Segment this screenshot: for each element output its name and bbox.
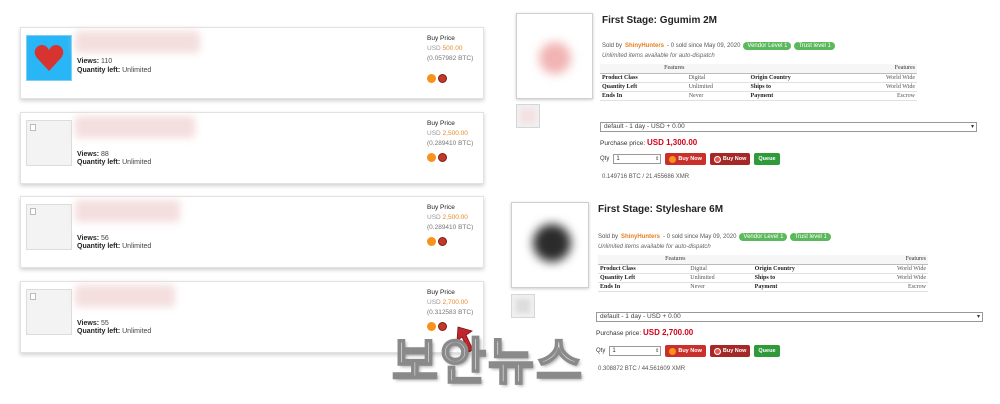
buy-price-label: Buy Price: [427, 35, 455, 42]
bitcoin-icon: [427, 74, 436, 83]
quantity-text: Quantity left: Unlimited: [77, 159, 152, 166]
vendor-level-badge: Vendor Level 1: [743, 42, 792, 50]
blurred-logo: [533, 224, 571, 262]
listing-thumbnail[interactable]: [26, 35, 72, 81]
product-thumbnail[interactable]: [516, 104, 540, 128]
blurred-logo: [539, 42, 571, 74]
listing-card[interactable]: Views: 56 Quantity left: Unlimited Buy P…: [20, 196, 484, 268]
buy-price-label: Buy Price: [427, 289, 455, 296]
spinner-icon[interactable]: ⇕: [655, 155, 659, 163]
usd-price: USD 2,700.00: [427, 299, 468, 306]
autodispatch-note: Unlimited items available for auto-dispa…: [598, 244, 711, 250]
btc-price: (0.289410 BTC): [427, 140, 474, 147]
buy-price-label: Buy Price: [427, 204, 455, 211]
btc-price: (0.057982 BTC): [427, 55, 474, 62]
monero-icon: [438, 153, 447, 162]
sold-by: Sold by ShinyHunters - 0 sold since May …: [598, 233, 831, 241]
queue-button[interactable]: Queue: [754, 345, 780, 357]
chevron-down-icon: ▾: [970, 124, 974, 130]
broken-image-icon: [30, 124, 36, 131]
blurred-title[interactable]: [75, 31, 200, 53]
buy-price: Buy Price USD 500.00 (0.057982 BTC): [427, 34, 473, 64]
blurred-title[interactable]: [75, 116, 195, 138]
listing-thumbnail[interactable]: [26, 204, 72, 250]
bitcoin-icon: [427, 237, 436, 246]
quantity-text: Quantity left: Unlimited: [77, 328, 152, 335]
monero-icon: [713, 347, 721, 355]
quantity-text: Quantity left: Unlimited: [77, 67, 152, 74]
product-thumbnail[interactable]: [511, 294, 535, 318]
blurred-title[interactable]: [75, 285, 175, 307]
vendor-level-badge: Vendor Level 1: [739, 233, 788, 241]
purchase-price: Purchase price: USD 2,700.00: [596, 328, 694, 337]
listing-thumbnail[interactable]: [26, 289, 72, 335]
heart-icon: [34, 45, 64, 71]
views-text: Views: 88: [77, 151, 109, 158]
listing-thumbnail[interactable]: [26, 120, 72, 166]
monero-icon: [438, 74, 447, 83]
views-text: Views: 56: [77, 235, 109, 242]
quantity-stepper[interactable]: 1 ⇕: [609, 346, 662, 356]
buy-price: Buy Price USD 2,500.00 (0.289410 BTC): [427, 203, 473, 233]
blurred-title[interactable]: [75, 200, 180, 222]
btc-price: (0.289410 BTC): [427, 224, 474, 231]
crypto-rate: 0.308872 BTC / 44.561609 XMR: [598, 366, 686, 372]
payment-icons: [427, 237, 447, 247]
usd-price: USD 500.00: [427, 45, 463, 52]
payment-icons: [427, 74, 447, 84]
spinner-icon[interactable]: ⇕: [655, 347, 659, 355]
buy-now-bitcoin-button[interactable]: Buy Now: [665, 345, 706, 357]
product-image[interactable]: [516, 13, 593, 99]
usd-price: USD 2,500.00: [427, 214, 468, 221]
buy-now-bitcoin-button[interactable]: Buy Now: [665, 153, 706, 165]
buy-now-monero-button[interactable]: Buy Now: [709, 153, 751, 165]
listing-card[interactable]: Views: 88 Quantity left: Unlimited Buy P…: [20, 112, 484, 184]
bitcoin-icon: [427, 153, 436, 162]
trust-level-badge: Trust level 1: [790, 233, 831, 241]
order-row: Qty 1 ⇕ Buy Now Buy Now Queue: [600, 153, 780, 165]
crypto-rate: 0.149716 BTC / 21.455686 XMR: [602, 174, 690, 180]
qty-label: Qty: [596, 348, 606, 354]
listing-card[interactable]: Views: 110 Quantity left: Unlimited Buy …: [20, 27, 484, 99]
shipping-option-select[interactable]: default - 1 day - USD + 0.00 ▾: [596, 312, 983, 322]
chevron-down-icon: ▾: [976, 314, 980, 320]
product-image[interactable]: [511, 202, 589, 288]
bitcoin-icon: [669, 347, 677, 355]
queue-button[interactable]: Queue: [754, 153, 780, 165]
broken-image-icon: [30, 293, 36, 300]
trust-level-badge: Trust level 1: [794, 42, 835, 50]
payment-icons: [427, 153, 447, 163]
buy-price: Buy Price USD 2,500.00 (0.289410 BTC): [427, 119, 473, 149]
bitcoin-icon: [669, 155, 677, 163]
usd-price: USD 2,500.00: [427, 130, 468, 137]
buy-price-label: Buy Price: [427, 120, 455, 127]
btc-price: (0.312583 BTC): [427, 309, 474, 316]
views-text: Views: 55: [77, 320, 109, 327]
order-row: Qty 1 ⇕ Buy Now Buy Now Queue: [596, 345, 780, 357]
monero-icon: [713, 155, 721, 163]
qty-label: Qty: [600, 156, 610, 162]
sold-by: Sold by ShinyHunters - 0 sold since May …: [602, 42, 835, 50]
watermark-logo: 보안뉴스: [391, 332, 584, 392]
vendor-link[interactable]: ShinyHunters: [625, 43, 664, 49]
monero-icon: [438, 237, 447, 246]
vendor-link[interactable]: ShinyHunters: [621, 234, 660, 240]
features-table: Features Features Product Class Digital Ori…: [598, 255, 928, 292]
views-text: Views: 110: [77, 58, 113, 65]
product-title: First Stage: Ggumim 2M: [602, 15, 718, 26]
shipping-option-select[interactable]: default - 1 day - USD + 0.00 ▾: [600, 122, 977, 132]
autodispatch-note: Unlimited items available for auto-dispa…: [602, 53, 715, 59]
broken-image-icon: [30, 208, 36, 215]
buy-price: Buy Price USD 2,700.00 (0.312583 BTC): [427, 288, 473, 318]
quantity-text: Quantity left: Unlimited: [77, 243, 152, 250]
buy-now-monero-button[interactable]: Buy Now: [709, 345, 751, 357]
purchase-price: Purchase price: USD 1,300.00: [600, 138, 698, 147]
product-title: First Stage: Styleshare 6M: [598, 204, 724, 215]
features-table: Features Features Product Class Digital Ori…: [600, 64, 917, 101]
quantity-stepper[interactable]: 1 ⇕: [613, 154, 662, 164]
